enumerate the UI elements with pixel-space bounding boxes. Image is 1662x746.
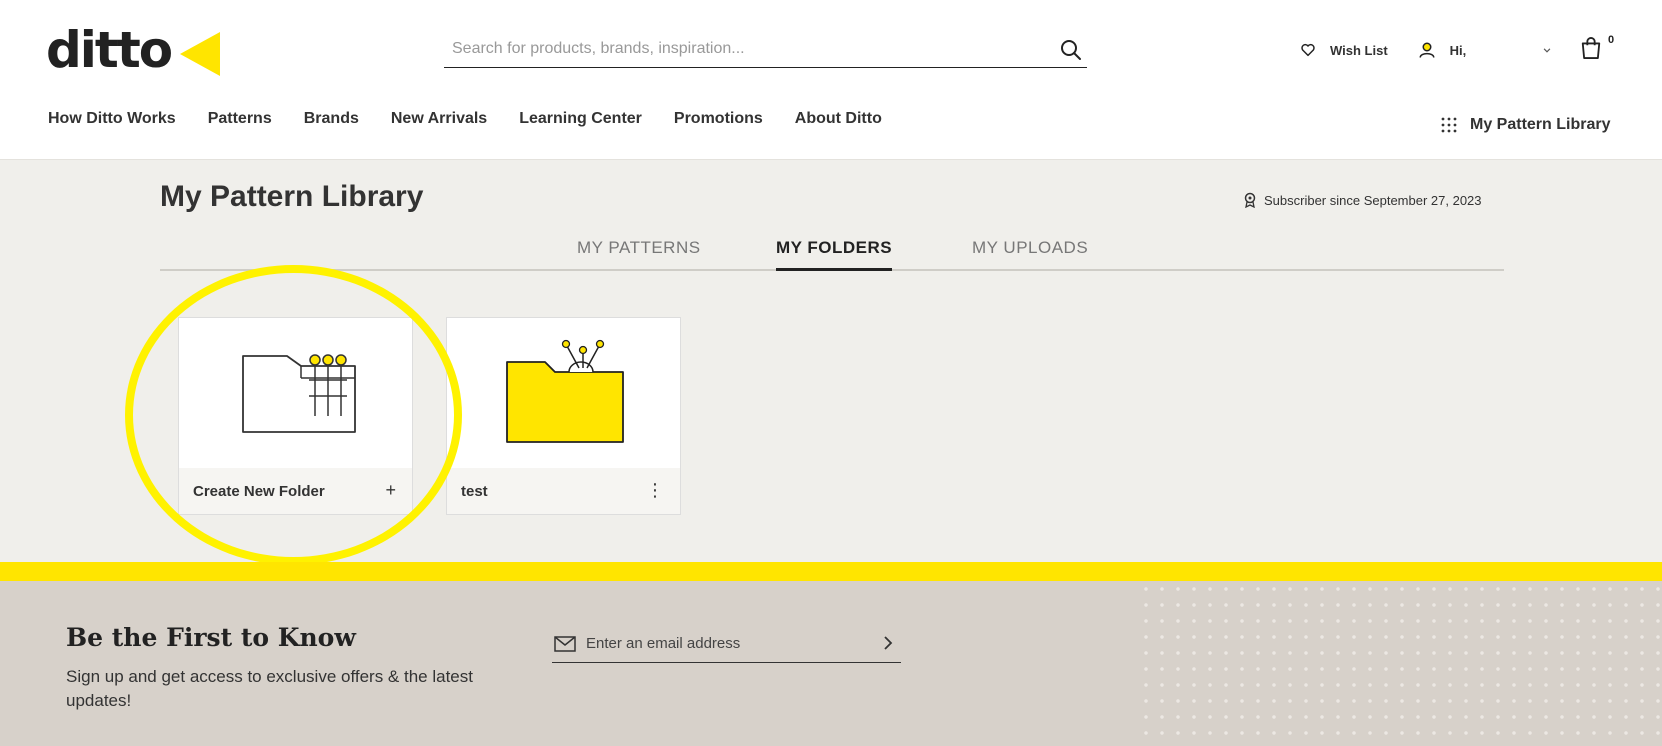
award-ribbon-icon bbox=[1244, 192, 1256, 208]
grid-dots-icon bbox=[1441, 117, 1457, 133]
email-signup bbox=[552, 625, 901, 663]
subscriber-text: Subscriber since September 27, 2023 bbox=[1264, 192, 1482, 208]
account-actions: Wish List Hi, bbox=[1300, 36, 1554, 64]
nav-how-ditto-works[interactable]: How Ditto Works bbox=[48, 110, 176, 128]
tab-my-uploads[interactable]: MY UPLOADS bbox=[972, 238, 1088, 271]
create-new-folder-label: Create New Folder bbox=[193, 483, 325, 500]
cart-button[interactable]: 0 bbox=[1580, 34, 1616, 64]
site-header: ditto Wish List Hi, bbox=[0, 0, 1662, 160]
create-new-folder-card[interactable]: Create New Folder + bbox=[178, 317, 413, 515]
main-nav: How Ditto Works Patterns Brands New Arri… bbox=[48, 110, 882, 128]
user-greeting: Hi, bbox=[1449, 42, 1467, 58]
page-title: My Pattern Library bbox=[160, 180, 424, 213]
wish-list-link[interactable]: Wish List bbox=[1300, 42, 1388, 58]
nav-brands[interactable]: Brands bbox=[304, 110, 359, 128]
search-icon[interactable] bbox=[1059, 38, 1083, 62]
yellow-divider bbox=[0, 562, 1662, 581]
nav-learning-center[interactable]: Learning Center bbox=[519, 110, 642, 128]
more-options-icon[interactable]: ⋮ bbox=[646, 480, 664, 501]
ditto-logo[interactable]: ditto bbox=[46, 21, 220, 79]
folder-card-test[interactable]: test ⋮ bbox=[446, 317, 681, 515]
card-image bbox=[179, 318, 412, 468]
card-footer: test ⋮ bbox=[447, 468, 680, 514]
chevron-down-icon[interactable] bbox=[1540, 43, 1554, 57]
wish-list-label: Wish List bbox=[1330, 42, 1388, 58]
user-icon bbox=[1419, 42, 1435, 58]
search-bar bbox=[444, 34, 1087, 68]
logo-wordmark: ditto bbox=[46, 21, 173, 79]
nav-patterns[interactable]: Patterns bbox=[208, 110, 272, 128]
library-tabs: MY PATTERNS MY FOLDERS MY UPLOADS bbox=[160, 238, 1504, 271]
mail-icon bbox=[554, 635, 576, 652]
search-input[interactable] bbox=[444, 34, 1034, 64]
logo-triangle bbox=[180, 32, 220, 76]
dot-pattern bbox=[1138, 581, 1662, 746]
email-input[interactable] bbox=[586, 628, 876, 659]
folder-pins-outline-icon bbox=[241, 354, 356, 433]
card-image bbox=[447, 318, 680, 468]
subscriber-badge: Subscriber since September 27, 2023 bbox=[1244, 192, 1482, 208]
nav-about-ditto[interactable]: About Ditto bbox=[795, 110, 882, 128]
user-menu[interactable]: Hi, bbox=[1418, 41, 1555, 59]
newsletter-section: Be the First to Know Sign up and get acc… bbox=[0, 581, 1662, 746]
newsletter-title: Be the First to Know bbox=[66, 623, 356, 652]
chevron-right-icon[interactable] bbox=[881, 635, 895, 651]
tab-my-folders[interactable]: MY FOLDERS bbox=[776, 238, 893, 271]
plus-icon[interactable]: + bbox=[385, 480, 396, 501]
my-pattern-library-label: My Pattern Library bbox=[1470, 116, 1611, 133]
nav-promotions[interactable]: Promotions bbox=[674, 110, 763, 128]
pattern-library-section: My Pattern Library Subscriber since Sept… bbox=[0, 160, 1662, 562]
shopping-bag-icon bbox=[1581, 37, 1601, 59]
my-pattern-library-link[interactable]: My Pattern Library bbox=[1440, 116, 1610, 134]
heart-icon bbox=[1301, 43, 1315, 57]
cart-count: 0 bbox=[1608, 34, 1615, 46]
folder-pins-yellow-icon bbox=[505, 339, 624, 443]
folder-name: test bbox=[461, 483, 488, 500]
card-footer: Create New Folder + bbox=[179, 468, 412, 514]
nav-new-arrivals[interactable]: New Arrivals bbox=[391, 110, 487, 128]
newsletter-subtitle: Sign up and get access to exclusive offe… bbox=[66, 667, 473, 710]
tab-my-patterns[interactable]: MY PATTERNS bbox=[577, 238, 701, 271]
